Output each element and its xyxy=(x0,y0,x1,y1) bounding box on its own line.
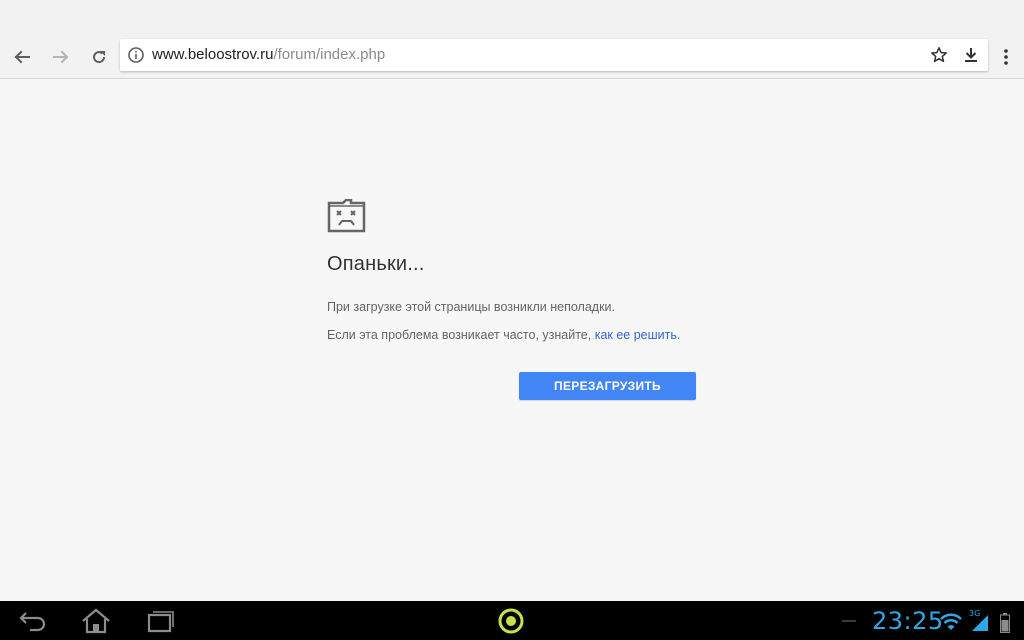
nav-back-icon xyxy=(19,612,46,632)
help-text-prefix: Если эта проблема возникает часто, узнай… xyxy=(327,328,595,342)
back-arrow-icon xyxy=(14,50,30,64)
forward-button[interactable] xyxy=(47,43,75,71)
nav-recents-icon xyxy=(147,611,174,633)
page-content: Опаньки... При загрузке этой страницы во… xyxy=(0,79,1024,601)
browser-toolbar: www.beloostrov.ru/forum/index.php xyxy=(0,36,1024,79)
dash-indicator xyxy=(842,620,856,622)
more-vert-icon xyxy=(1004,49,1008,65)
error-title: Опаньки... xyxy=(327,253,425,275)
nav-home-button[interactable] xyxy=(78,605,114,637)
error-panel: Опаньки... При загрузке этой страницы во… xyxy=(327,198,707,400)
top-strip xyxy=(0,0,1024,36)
download-icon[interactable] xyxy=(960,44,982,66)
nav-home-icon xyxy=(82,608,110,634)
overflow-menu-button[interactable] xyxy=(992,43,1020,71)
system-clock[interactable]: 23:25 xyxy=(872,607,944,635)
reload-button[interactable]: ПЕРЕЗАГРУЗИТЬ xyxy=(519,372,696,400)
back-button[interactable] xyxy=(8,43,36,71)
battery-icon xyxy=(1000,613,1010,633)
nav-recents-button[interactable] xyxy=(143,605,177,637)
url-path: /forum/index.php xyxy=(273,46,386,63)
forward-arrow-icon xyxy=(53,50,69,64)
help-link[interactable]: как ее решить xyxy=(595,328,677,342)
green-circle-icon xyxy=(498,608,524,634)
wifi-icon xyxy=(940,613,962,630)
notification-indicator[interactable] xyxy=(496,605,526,637)
error-help-text: Если эта проблема возникает часто, узнай… xyxy=(327,328,707,342)
url-text[interactable]: www.beloostrov.ru/forum/index.php xyxy=(152,46,385,64)
page-info-icon[interactable] xyxy=(126,45,146,65)
error-message: При загрузке этой страницы возникли непо… xyxy=(327,300,615,314)
help-text-suffix: . xyxy=(676,328,681,342)
refresh-icon xyxy=(93,51,106,64)
signal-icon xyxy=(972,615,988,631)
url-host: www.beloostrov.ru xyxy=(152,46,274,63)
bookmark-star-icon[interactable] xyxy=(928,44,950,66)
omnibox[interactable]: www.beloostrov.ru/forum/index.php xyxy=(120,39,988,71)
refresh-button[interactable] xyxy=(85,43,113,71)
android-system-bar: 23:25 3G xyxy=(0,601,1024,640)
nav-back-button[interactable] xyxy=(16,605,50,637)
sad-tab-icon xyxy=(327,198,367,235)
